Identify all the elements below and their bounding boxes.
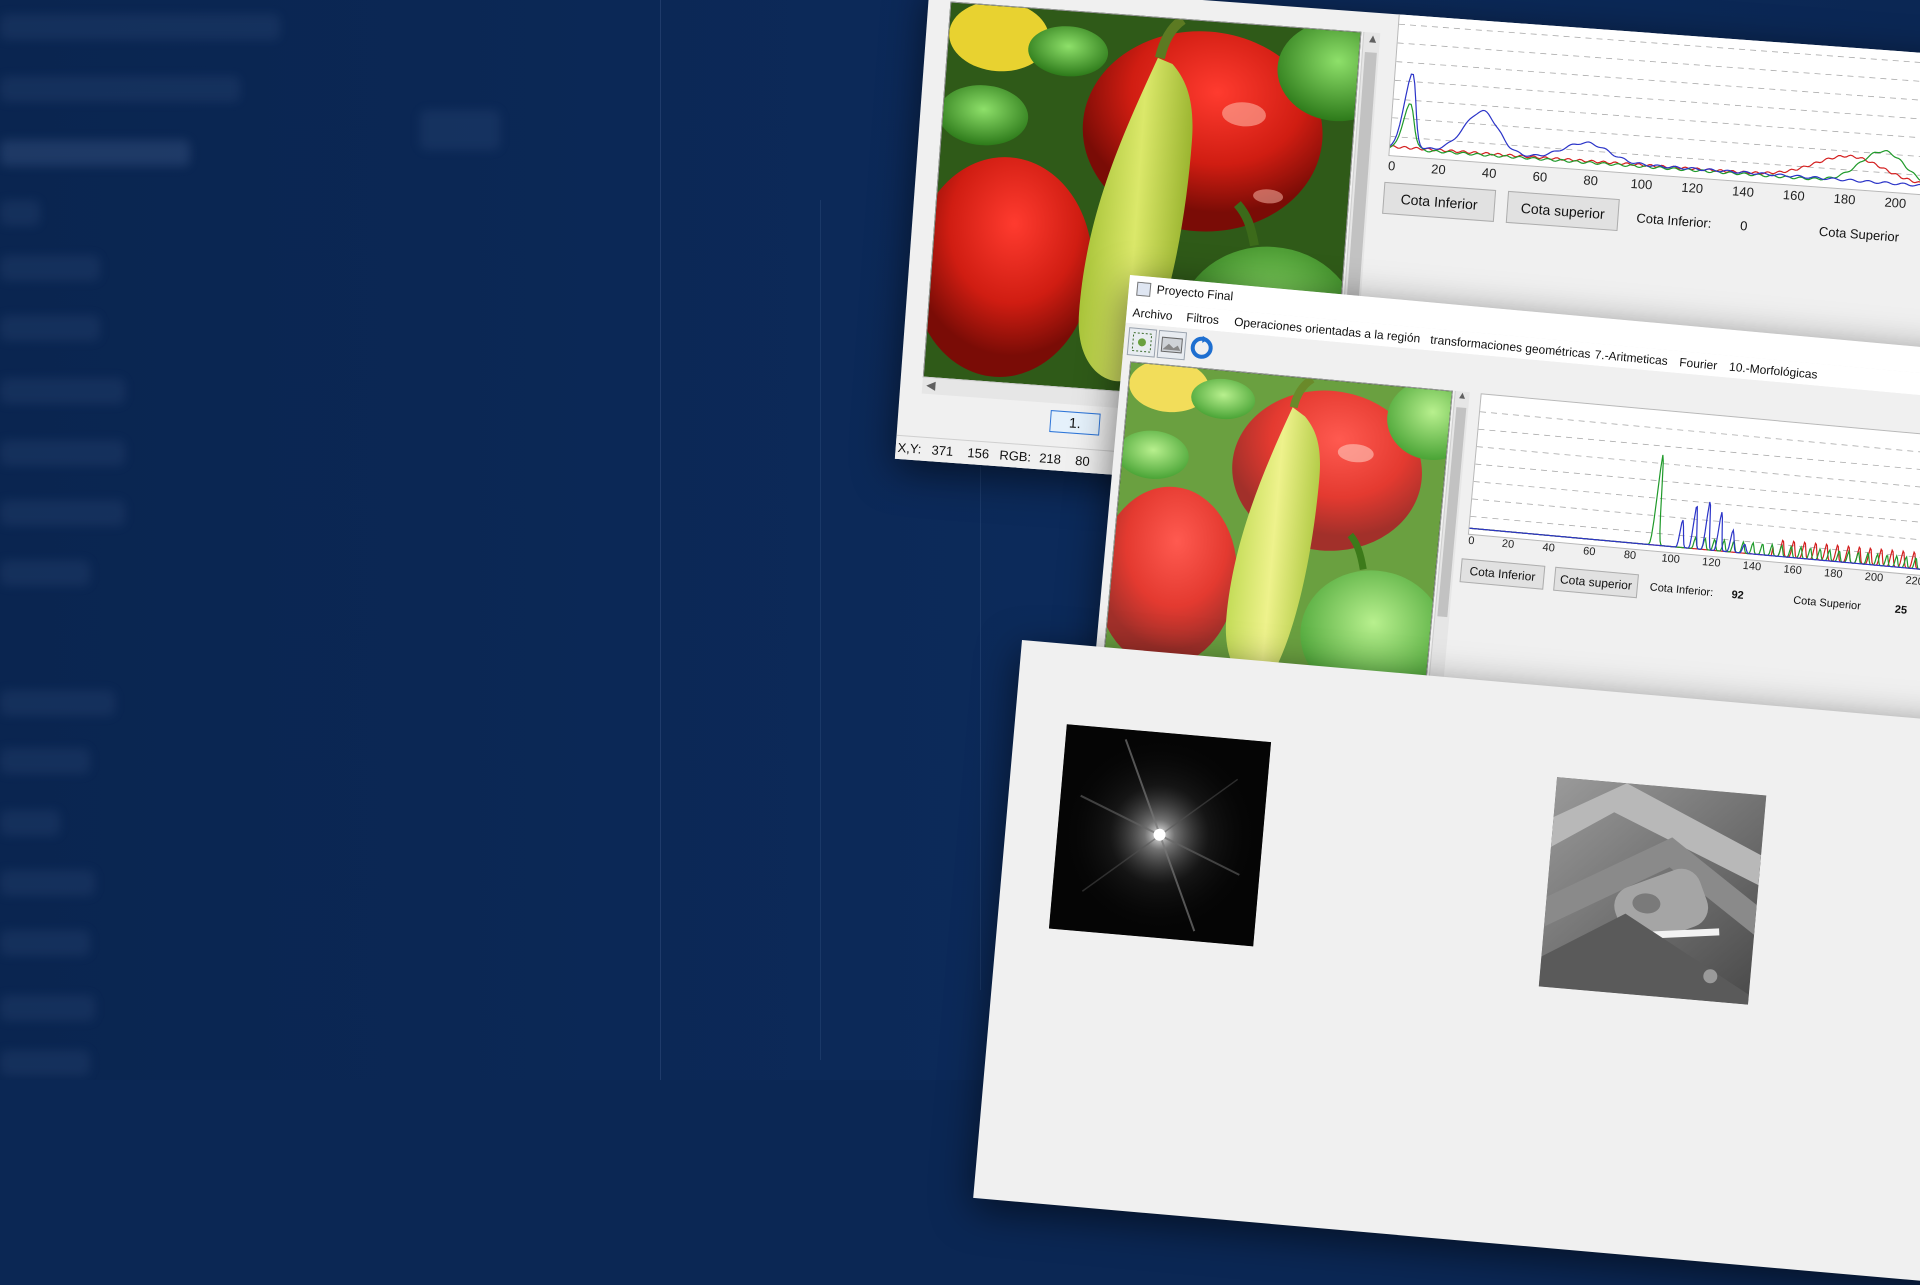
histogram-tick-label: 100 <box>1630 175 1653 193</box>
histogram-tick-label: 160 <box>1782 563 1803 578</box>
cota-superior-value: 25 <box>1894 603 1908 617</box>
cota-superior-button[interactable]: Cota superior <box>1505 190 1620 232</box>
blurred-code-line <box>0 500 125 526</box>
histogram-gridline <box>1472 498 1920 544</box>
editor-gutter-line <box>660 0 661 1080</box>
zoom-button[interactable]: 1. <box>1049 410 1101 436</box>
histogram-tick-label: 180 <box>1833 190 1856 208</box>
histogram-tick-label: 180 <box>1823 567 1843 581</box>
image-tool-icon[interactable] <box>1156 329 1188 361</box>
blurred-code-line <box>0 870 95 896</box>
sem-morphology-image <box>1538 777 1767 1005</box>
histogram-tick-label: 220 <box>1904 574 1920 589</box>
indent-guide <box>820 200 821 1060</box>
cota-inferior-label: Cota Inferior: <box>1635 210 1712 231</box>
cota-inferior-value: 92 <box>1730 588 1745 602</box>
histogram-tick-label: 20 <box>1430 161 1447 178</box>
blurred-code-line <box>0 748 90 774</box>
select-tool-icon[interactable] <box>1126 327 1158 358</box>
blurred-code-line <box>0 14 280 40</box>
sem-micrograph <box>1538 777 1767 1005</box>
histogram-tick-label: 200 <box>1864 570 1884 585</box>
cota-superior-label: Cota Superior <box>1792 594 1862 613</box>
x-coordinate: 371 <box>931 442 954 459</box>
histogram-tick-label: 200 <box>1883 194 1907 212</box>
histogram-gridline <box>1394 79 1920 122</box>
histogram-tick-label: 40 <box>1481 164 1497 181</box>
histogram-gridline <box>1396 61 1920 104</box>
blurred-code-line <box>0 1050 90 1076</box>
blurred-code-line <box>0 378 125 404</box>
histogram-tick-label: 160 <box>1782 187 1806 204</box>
histogram-tick-label: 120 <box>1680 179 1704 197</box>
y-coordinate: 156 <box>966 445 990 462</box>
blurred-code-line <box>0 140 190 166</box>
histogram-tick-label: 80 <box>1582 172 1599 189</box>
rgb-label: RGB: <box>998 447 1032 465</box>
histogram-tick-label: 0 <box>1387 158 1396 174</box>
blurred-code-line <box>0 315 100 341</box>
histogram-gridline <box>1393 98 1920 141</box>
blurred-code-line <box>0 560 90 586</box>
histogram-tick-label: 140 <box>1742 559 1762 574</box>
histogram-tick-label: 40 <box>1541 541 1556 555</box>
green-value: 80 <box>1074 452 1091 469</box>
histogram-tick-label: 60 <box>1582 545 1596 559</box>
histogram-tick-label: 80 <box>1623 548 1637 562</box>
cota-superior-label: Cota Superior <box>1818 223 1900 245</box>
histogram-tick-label: 140 <box>1731 183 1755 200</box>
red-value: 218 <box>1038 450 1062 467</box>
blurred-code-line <box>0 76 240 102</box>
blurred-code-line <box>0 995 95 1021</box>
fourier-spectrum <box>1048 724 1272 947</box>
scroll-up-arrow[interactable]: ▲ <box>1366 31 1379 46</box>
blurred-code-line <box>0 810 60 836</box>
histogram-tick-label: 120 <box>1701 556 1721 570</box>
cota-superior-button[interactable]: Cota superior <box>1553 566 1639 599</box>
xy-label: X,Y: <box>897 439 923 457</box>
histogram-tick-label: 0 <box>1467 534 1475 548</box>
scroll-left-arrow[interactable]: ◀ <box>926 378 936 393</box>
blurred-code-line <box>0 200 40 226</box>
fourier-spectrum-image <box>1048 724 1272 947</box>
fourier-window <box>973 640 1920 1285</box>
blurred-code-line <box>0 255 100 281</box>
scroll-up-arrow[interactable]: ▲ <box>1457 390 1468 402</box>
rotate-icon[interactable] <box>1186 332 1217 364</box>
blurred-code-line <box>0 690 115 716</box>
window-title: Proyecto Final <box>1156 282 1234 304</box>
menu-fourier[interactable]: Fourier <box>1679 355 1718 372</box>
menu-archivo[interactable]: Archivo <box>1132 305 1173 323</box>
blurred-code-line <box>420 110 500 150</box>
histogram-gridline <box>1397 42 1920 85</box>
cota-inferior-value: 0 <box>1739 218 1748 234</box>
app-icon <box>1136 281 1152 297</box>
cota-inferior-button[interactable]: Cota Inferior <box>1382 181 1497 222</box>
blurred-code-line <box>0 440 125 466</box>
histogram-tick-label: 60 <box>1532 168 1548 185</box>
cota-inferior-button[interactable]: Cota Inferior <box>1459 558 1546 590</box>
histogram-tick-label: 100 <box>1660 552 1681 566</box>
histogram-tick-label: 20 <box>1501 537 1515 551</box>
menu-aritmeticas[interactable]: 7.-Aritmeticas <box>1594 347 1668 368</box>
blurred-code-line <box>0 930 90 956</box>
menu-filtros[interactable]: Filtros <box>1186 310 1220 327</box>
cota-inferior-label: Cota Inferior: <box>1649 581 1714 600</box>
